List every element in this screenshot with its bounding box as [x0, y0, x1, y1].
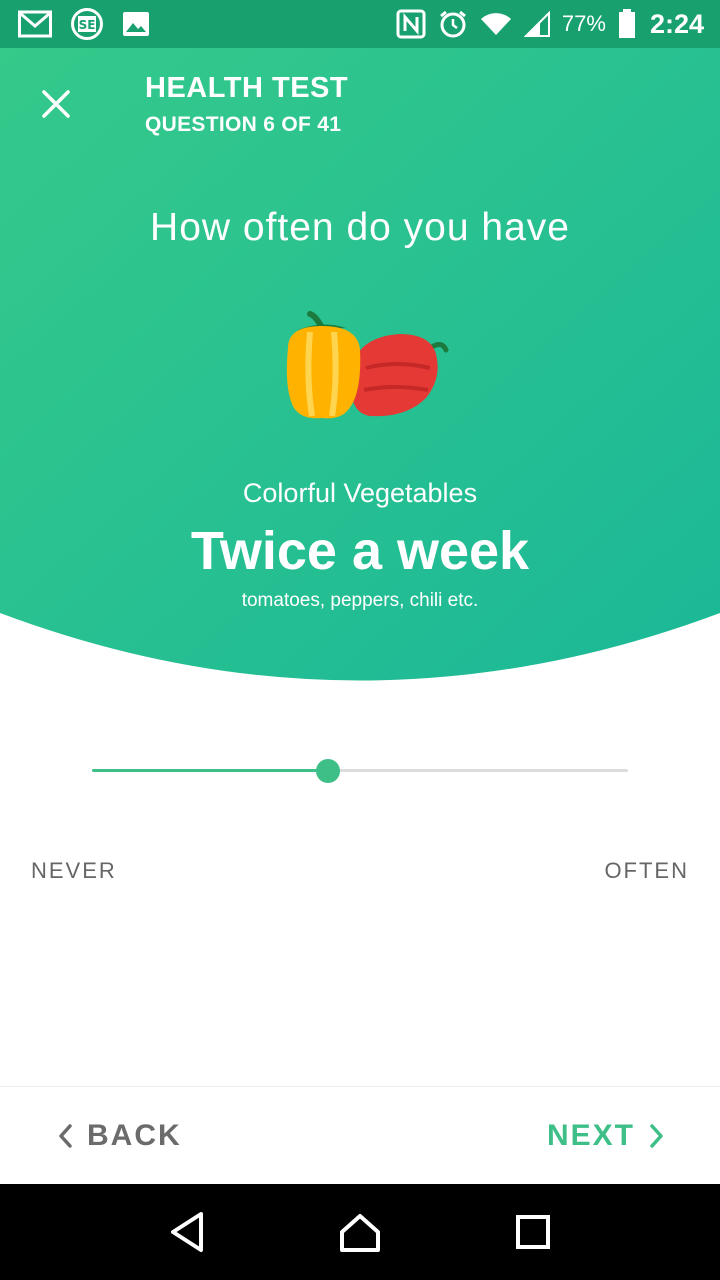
battery-percent: 77%: [561, 11, 606, 36]
notification-icons: SE: [18, 7, 150, 41]
alarm-icon: [438, 9, 468, 39]
battery-icon: [618, 9, 636, 39]
nfc-icon: [396, 9, 426, 39]
back-button[interactable]: BACK: [57, 1119, 182, 1153]
footer-nav: BACK NEXT: [0, 1086, 720, 1184]
peppers-icon: [286, 311, 449, 419]
chevron-left-icon: [59, 1124, 72, 1148]
category-label: Colorful Vegetables: [242, 478, 478, 508]
nav-home-button[interactable]: [330, 1202, 390, 1262]
answer-value: Twice a week: [190, 521, 530, 581]
status-bar: SE 77% 2:24: [0, 0, 720, 48]
wifi-icon: [480, 11, 512, 37]
square-recents-icon: [516, 1215, 551, 1249]
se-app-icon: SE: [70, 7, 104, 41]
question-hero: HEALTH TEST QUESTION 6 OF 41 How often d…: [0, 48, 720, 748]
system-nav-bar: [0, 1184, 720, 1280]
clock: 2:24: [649, 8, 704, 39]
header: HEALTH TEST QUESTION 6 OF 41: [145, 72, 348, 137]
gmail-icon: [18, 10, 52, 38]
nav-recents-button[interactable]: [503, 1202, 563, 1262]
frequency-slider[interactable]: [92, 755, 628, 787]
next-label: NEXT: [546, 1119, 635, 1152]
triangle-back-icon: [170, 1212, 203, 1252]
svg-text:SE: SE: [79, 18, 96, 32]
scale-max-label: OFTEN: [604, 858, 689, 883]
examples-text: tomatoes, peppers, chili etc.: [241, 590, 479, 611]
next-button[interactable]: NEXT: [547, 1119, 665, 1153]
image-icon: [122, 11, 150, 37]
question-prompt: How often do you have: [150, 206, 570, 249]
question-progress: QUESTION 6 OF 41: [145, 113, 342, 136]
chevron-right-icon: [650, 1124, 663, 1148]
page-title: HEALTH TEST: [145, 72, 349, 104]
back-label: BACK: [87, 1119, 182, 1152]
home-icon: [339, 1214, 380, 1252]
nav-back-button[interactable]: [157, 1202, 217, 1262]
signal-icon: [523, 11, 550, 37]
scale-min-label: NEVER: [31, 858, 117, 883]
slider-fill: [92, 769, 328, 772]
system-icons: 77% 2:24: [396, 9, 704, 40]
close-button[interactable]: [30, 78, 82, 130]
slider-thumb[interactable]: [316, 759, 340, 783]
close-icon: [42, 90, 70, 118]
